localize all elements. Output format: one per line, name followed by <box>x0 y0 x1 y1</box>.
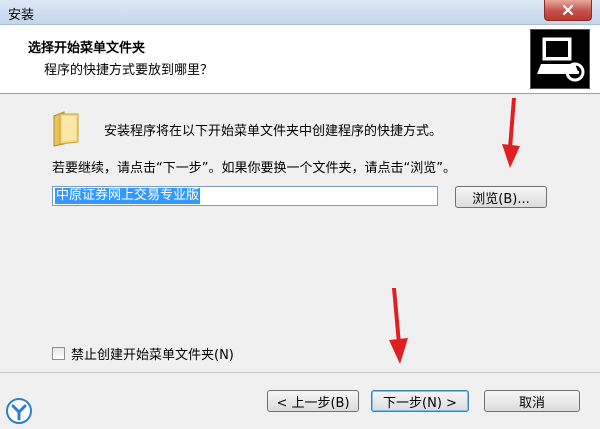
intro-text: 安装程序将在以下开始菜单文件夹中创建程序的快捷方式。 <box>104 124 443 139</box>
window-title: 安装 <box>8 8 35 23</box>
instruction-text: 若要继续，请点击“下一步”。如果你要换一个文件夹，请点击“浏览”。 <box>52 161 456 176</box>
header-subtitle: 程序的快捷方式要放到哪里？ <box>44 63 214 78</box>
checkbox-label: 禁止创建开始菜单文件夹(N) <box>71 348 234 363</box>
folder-name-input[interactable]: 中原证券网上交易专业版 <box>52 186 438 206</box>
watermark-logo-icon <box>6 398 32 424</box>
arrow-annotation <box>389 288 408 364</box>
close-icon <box>562 4 574 16</box>
browse-button[interactable]: 浏览(B)... <box>455 186 547 208</box>
wizard-header: 选择开始菜单文件夹 程序的快捷方式要放到哪里？ <box>0 25 600 94</box>
folder-name-value: 中原证券网上交易专业版 <box>55 188 201 204</box>
arrow-annotation <box>502 98 520 168</box>
cancel-button[interactable]: 取消 <box>484 390 580 412</box>
footer-divider <box>0 372 600 373</box>
disable-shortcuts-row[interactable]: 禁止创建开始菜单文件夹(N) <box>52 344 234 363</box>
title-bar: 安装 <box>0 0 600 25</box>
disable-shortcuts-checkbox[interactable] <box>52 347 65 360</box>
next-button[interactable]: 下一步(N) > <box>371 390 469 412</box>
header-title: 选择开始菜单文件夹 <box>28 41 146 56</box>
setup-computer-icon <box>530 29 590 89</box>
back-button[interactable]: < 上一步(B) <box>267 390 359 412</box>
folder-icon <box>53 111 79 147</box>
close-button[interactable] <box>544 0 592 21</box>
